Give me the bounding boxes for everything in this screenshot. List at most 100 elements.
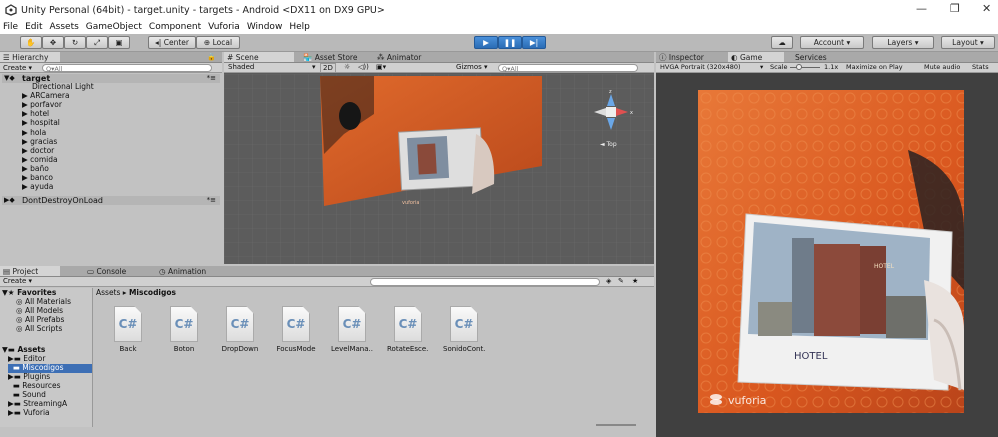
menu-vuforia[interactable]: Vuforia [208, 22, 240, 32]
expand-arrow-icon[interactable]: ▶ [22, 173, 30, 182]
account-dropdown[interactable]: Account ▾ [800, 36, 864, 49]
scene-search-input[interactable]: Q▾All [498, 64, 638, 73]
pause-button[interactable]: ❚❚ [498, 36, 522, 49]
breadcrumb-assets[interactable]: Assets [96, 288, 120, 297]
filter-type-icon[interactable]: ◈ [606, 277, 611, 285]
2d-toggle[interactable]: 2D [320, 63, 336, 73]
script-asset-label: FocusMode [276, 345, 316, 353]
light-toggle-icon[interactable]: ☼ [344, 63, 350, 71]
card-title: HOTEL [794, 351, 828, 362]
scene-options-icon[interactable]: *≡ [207, 74, 216, 82]
favorite-item[interactable]: ◎ All Scripts [16, 324, 62, 334]
scale-tool-button[interactable]: ⤢ [86, 36, 108, 49]
expand-arrow-icon[interactable]: ▶ [22, 118, 30, 128]
tab-animator[interactable]: ⁂ Animator [374, 52, 444, 62]
script-asset[interactable]: C# DropDown [219, 306, 261, 353]
scene-watermark: vuforia [402, 200, 419, 206]
dontdestroy-options-icon[interactable]: *≡ [207, 196, 216, 204]
hand-tool-button[interactable]: ✋ [20, 36, 42, 49]
project-create-label: Create [3, 277, 27, 285]
tab-console[interactable]: ▭ Console [84, 266, 144, 276]
expand-arrow-icon[interactable]: ▶ [22, 164, 30, 173]
tab-asset-store[interactable]: 🏪 Asset Store [300, 52, 372, 62]
expand-arrow-icon[interactable]: ▶ [22, 146, 30, 155]
scale-slider-thumb[interactable] [796, 64, 802, 70]
tab-inspector[interactable]: ⓘ Inspector [656, 52, 718, 62]
cloud-button[interactable]: ☁ [771, 36, 793, 49]
hierarchy-item-label: ARCamera [30, 91, 70, 101]
asset-folder-item[interactable]: ▶▬ Vuforia [8, 408, 92, 418]
audio-toggle-icon[interactable]: ◁)) [358, 63, 369, 71]
lock-icon[interactable]: 🔒 [207, 53, 216, 61]
step-button[interactable]: ▶| [522, 36, 546, 49]
icon-size-slider[interactable] [596, 424, 636, 426]
move-icon: ✥ [49, 38, 57, 47]
rect-tool-button[interactable]: ▣ [108, 36, 130, 49]
filter-label-icon[interactable]: ✎ [618, 277, 624, 285]
menu-window[interactable]: Window [247, 22, 283, 32]
tab-hierarchy[interactable]: ☰ Hierarchy [0, 52, 60, 62]
tab-project[interactable]: ▤ Project [0, 266, 60, 276]
scene-view[interactable]: vuforia z x ◄ Top [224, 74, 654, 264]
hierarchy-item[interactable]: ▶ ayuda [22, 182, 53, 192]
script-asset[interactable]: C# LevelMana.. [331, 306, 373, 353]
asset-folder-label: Sound [22, 390, 46, 399]
tab-services[interactable]: Services [792, 52, 852, 62]
layout-dropdown[interactable]: Layout ▾ [941, 36, 995, 49]
game-view[interactable]: HOTEL HOTEL vuforia [698, 90, 964, 413]
close-button[interactable]: ✕ [982, 2, 991, 15]
script-asset[interactable]: C# RotateEsce.. [387, 306, 429, 353]
step-icon: ▶| [529, 38, 539, 47]
script-asset[interactable]: C# Boton [163, 306, 205, 353]
tab-scene[interactable]: # Scene [224, 52, 294, 62]
expand-arrow-icon[interactable]: ▶ [22, 100, 30, 109]
favorite-star-icon[interactable]: ★ [632, 277, 638, 285]
pivot-center-button[interactable]: ◂| Center [148, 36, 196, 49]
menu-component[interactable]: Component [149, 22, 201, 32]
hand-icon: ✋ [26, 38, 36, 47]
stats-toggle[interactable]: Stats [972, 63, 989, 71]
expand-arrow-icon[interactable]: ▶ [22, 91, 30, 100]
menu-file[interactable]: File [3, 22, 18, 32]
layers-dropdown[interactable]: Layers ▾ [872, 36, 934, 49]
folder-icon: ▼▬ [2, 345, 15, 354]
scale-slider[interactable] [790, 67, 820, 68]
menu-help[interactable]: Help [289, 22, 310, 32]
favorite-item-label: All Prefabs [24, 315, 65, 324]
rotate-tool-button[interactable]: ↻ [64, 36, 86, 49]
resolution-dropdown[interactable]: HVGA Portrait (320x480) [660, 63, 741, 71]
expand-arrow-icon[interactable]: ▶ [22, 137, 30, 146]
hierarchy-create-dropdown[interactable]: Create ▾ [3, 64, 32, 72]
script-asset[interactable]: C# Back [107, 306, 149, 353]
gizmos-dropdown[interactable]: Gizmos ▾ [456, 63, 488, 71]
scene-panel: # Scene 🏪 Asset Store ⁂ Animator Shaded … [224, 52, 654, 264]
maximize-on-play-toggle[interactable]: Maximize on Play [846, 63, 903, 71]
scene-tab-bar: # Scene 🏪 Asset Store ⁂ Animator [224, 52, 654, 63]
tab-game[interactable]: ◐ Game [728, 52, 784, 62]
minimize-button[interactable]: — [916, 2, 927, 15]
script-asset[interactable]: C# SonidoCont.. [443, 306, 485, 353]
expand-arrow-icon[interactable]: ▶ [22, 128, 30, 137]
project-search-input[interactable] [370, 278, 600, 286]
menu-assets[interactable]: Assets [50, 22, 79, 32]
shading-dropdown[interactable]: Shaded [228, 63, 254, 71]
tab-animation[interactable]: ◷ Animation [156, 266, 222, 276]
pivot-local-button[interactable]: ⊕ Local [196, 36, 240, 49]
dontdestroy-row[interactable]: ▶◆ DontDestroyOnLoad *≡ [2, 196, 220, 205]
script-asset[interactable]: C# FocusMode [275, 306, 317, 353]
menu-edit[interactable]: Edit [25, 22, 42, 32]
maximize-button[interactable]: ❐ [950, 2, 960, 15]
gizmos-label: Gizmos [456, 63, 482, 71]
expand-arrow-icon[interactable]: ▶ [22, 182, 30, 191]
menu-gameobject[interactable]: GameObject [86, 22, 142, 32]
move-tool-button[interactable]: ✥ [42, 36, 64, 49]
mute-audio-toggle[interactable]: Mute audio [924, 63, 960, 71]
expand-arrow-icon[interactable]: ▶ [22, 109, 30, 118]
resolution-arrow-icon: ▾ [760, 63, 764, 71]
breadcrumb-miscodigos[interactable]: Miscodigos [129, 288, 176, 297]
project-create-dropdown[interactable]: Create ▾ [3, 277, 32, 285]
effects-dropdown-icon[interactable]: ▣▾ [376, 63, 386, 71]
hierarchy-search-input[interactable]: Q▾All [42, 64, 212, 73]
expand-arrow-icon[interactable]: ▶ [22, 155, 30, 164]
play-button[interactable]: ▶ [474, 36, 498, 49]
